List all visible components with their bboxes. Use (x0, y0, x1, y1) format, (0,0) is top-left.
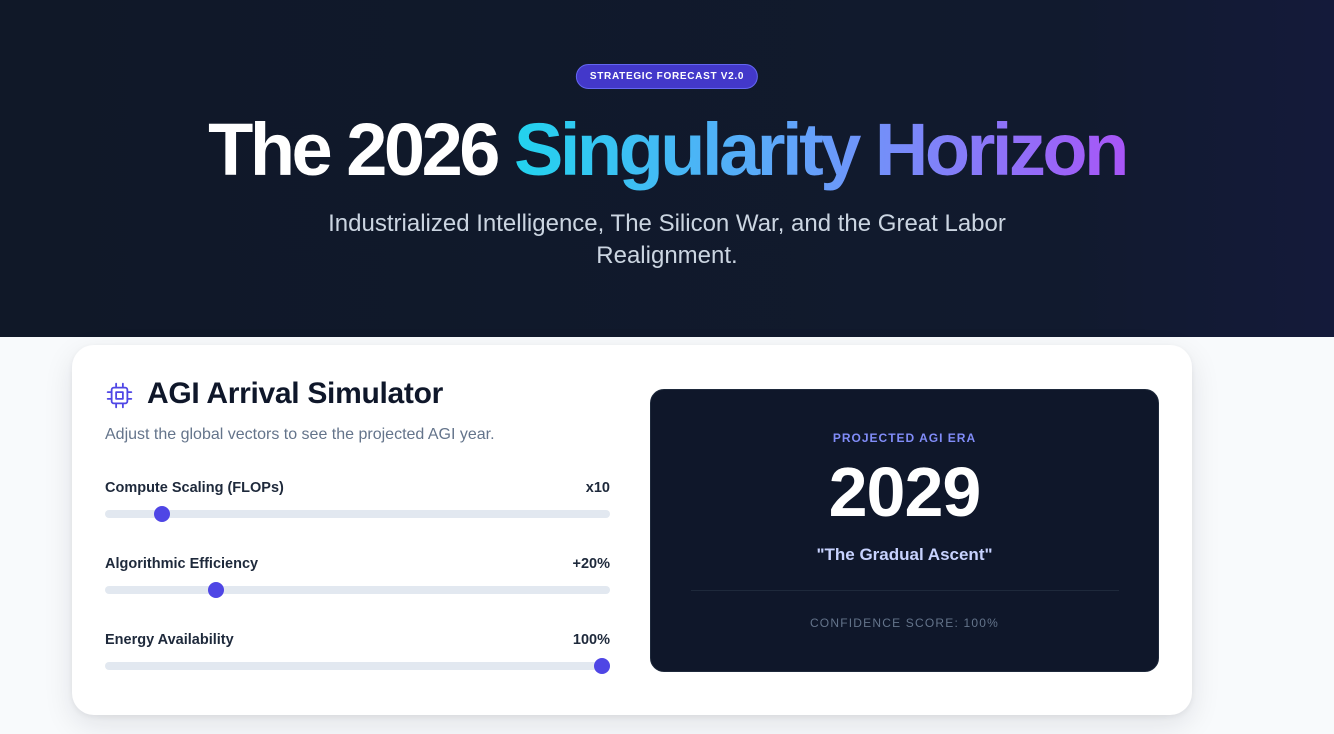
era-name: "The Gradual Ascent" (816, 545, 993, 564)
divider (691, 590, 1119, 591)
projection-panel: PROJECTED AGI ERA 2029 "The Gradual Asce… (650, 389, 1159, 672)
simulator-title: AGI Arrival Simulator (147, 377, 444, 410)
page-subtitle: Industrialized Intelligence, The Silicon… (328, 210, 1006, 269)
simulator-card: AGI Arrival Simulator Adjust the global … (72, 345, 1192, 715)
cpu-chip-icon (106, 382, 133, 409)
projection-label: PROJECTED AGI ERA (832, 431, 977, 445)
forecast-badge: STRATEGIC FORECAST V2.0 (575, 64, 759, 89)
energy-availability-thumb[interactable] (594, 658, 610, 674)
energy-availability-value: 100% (572, 632, 610, 648)
algorithmic-efficiency-thumb[interactable] (207, 582, 224, 598)
algorithmic-efficiency-label: Algorithmic Efficiency (105, 556, 259, 572)
page-title: The 2026 Singularity Horizon (0, 108, 1334, 192)
energy-availability-slider[interactable] (105, 658, 610, 674)
title-highlight: Singularity Horizon (513, 108, 1129, 191)
energy-availability-slider-row: Energy Availability 100% (105, 632, 610, 682)
projected-year: 2029 (828, 453, 982, 531)
algorithmic-efficiency-value: +20% (572, 556, 611, 572)
compute-scaling-label: Compute Scaling (FLOPs) (105, 480, 284, 496)
algorithmic-efficiency-slider[interactable] (105, 582, 610, 598)
algorithmic-efficiency-slider-row: Algorithmic Efficiency +20% (105, 556, 610, 606)
compute-scaling-thumb[interactable] (153, 506, 170, 522)
title-plain: The 2026 (208, 108, 514, 191)
confidence-score: CONFIDENCE SCORE: 100% (809, 616, 1000, 630)
compute-scaling-slider-row: Compute Scaling (FLOPs) x10 (105, 480, 610, 530)
compute-scaling-value: x10 (585, 480, 610, 496)
hero-section: STRATEGIC FORECAST V2.0 The 2026 Singula… (0, 0, 1334, 337)
simulator-description: Adjust the global vectors to see the pro… (105, 426, 495, 443)
compute-scaling-slider[interactable] (105, 506, 610, 522)
energy-availability-label: Energy Availability (105, 632, 234, 648)
